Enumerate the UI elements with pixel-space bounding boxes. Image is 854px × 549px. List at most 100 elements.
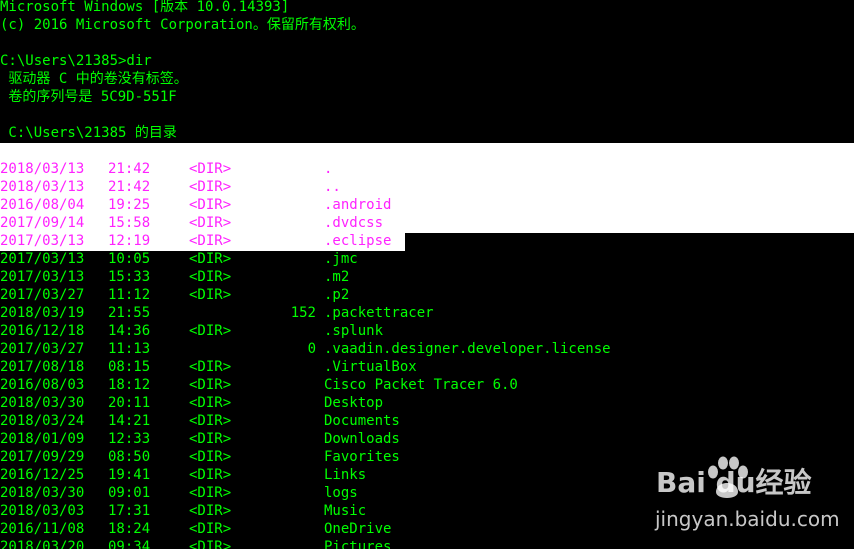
listing-date: 2017/08/18 (0, 359, 85, 375)
watermark-url: jingyan.baidu.com (655, 507, 840, 531)
listing-time: 09:01 (108, 485, 151, 501)
listing-row: 2017/03/27 11:12 <DIR> .p2 (0, 286, 854, 304)
listing-dir-flag: <DIR> (189, 431, 232, 447)
listing-row: 2018/03/13 21:42 <DIR>.. (0, 178, 854, 196)
listing-dir-flag: <DIR> (189, 287, 232, 303)
listing-row: 2018/01/09 12:33 <DIR> Downloads (0, 430, 854, 448)
listing-name: Music (324, 503, 367, 519)
listing-time: 09:34 (108, 539, 151, 549)
listing-name: .m2 (324, 269, 350, 285)
listing-row: 2018/03/13 21:42 <DIR>. (0, 160, 854, 178)
listing-dir-flag: <DIR> (189, 359, 232, 375)
listing-date: 2017/03/13 (0, 251, 85, 267)
listing-date: 2016/11/08 (0, 521, 85, 537)
listing-row: 2017/08/18 08:15 <DIR> .VirtualBox (0, 358, 854, 376)
listing-name: Pictures (324, 539, 392, 549)
listing-time: 15:58 (108, 215, 151, 231)
listing-size: 152 (290, 305, 316, 321)
listing-name: logs (324, 485, 358, 501)
listing-dir-flag: <DIR> (189, 449, 232, 465)
listing-name: .VirtualBox (324, 359, 417, 375)
listing-row: 2016/12/18 14:36 <DIR> .splunk (0, 322, 854, 340)
listing-date: 2018/03/30 (0, 485, 85, 501)
listing-date: 2016/08/03 (0, 377, 85, 393)
listing-row: 2016/08/04 19:25 <DIR> .android (0, 196, 854, 214)
listing-dir-flag: <DIR> (189, 251, 232, 267)
listing-name: Favorites (324, 449, 400, 465)
listing-row: 2018/03/30 20:11 <DIR> Desktop (0, 394, 854, 412)
listing-row: 2018/03/24 14:21 <DIR> Documents (0, 412, 854, 430)
listing-time: 15:33 (108, 269, 151, 285)
listing-name: .android (324, 197, 392, 213)
header-version-line: Microsoft Windows [版本 10.0.14393] (0, 0, 290, 15)
listing-size: 0 (307, 341, 316, 357)
listing-dir-flag: <DIR> (189, 197, 232, 213)
listing-date: 2017/03/13 (0, 269, 85, 285)
listing-date: 2018/03/13 (0, 161, 85, 177)
listing-date: 2017/09/14 (0, 215, 85, 231)
listing-time: 19:41 (108, 467, 151, 483)
listing-dir-flag: <DIR> (189, 539, 232, 549)
listing-time: 21:42 (108, 179, 151, 195)
listing-dir-flag: <DIR> (189, 161, 232, 177)
listing-dir-flag: <DIR> (189, 269, 232, 285)
listing-date: 2016/12/25 (0, 467, 85, 483)
listing-time: 18:12 (108, 377, 151, 393)
listing-date: 2018/03/03 (0, 503, 85, 519)
listing-row: 2017/03/13 10:05 <DIR> .jmc (0, 250, 854, 268)
listing-dir-flag: <DIR> (189, 323, 232, 339)
listing-name: Links (324, 467, 367, 483)
listing-time: 10:05 (108, 251, 151, 267)
listing-date: 2016/12/18 (0, 323, 85, 339)
listing-name: .vaadin.designer.developer.license (324, 341, 611, 357)
listing-time: 12:33 (108, 431, 151, 447)
listing-name: Desktop (324, 395, 384, 411)
listing-name: Cisco Packet Tracer 6.0 (324, 377, 518, 393)
listing-date: 2018/03/30 (0, 395, 85, 411)
baidu-jingyan-watermark: Bai du经验 jingyan.baidu.com (652, 456, 852, 546)
listing-row: 2018/03/19 21:55 152 .packettracer (0, 304, 854, 322)
listing-row: 2016/08/03 18:12 <DIR> Cisco Packet Tracer … (0, 376, 854, 394)
listing-date: 2018/01/09 (0, 431, 85, 447)
volume-serial-line: 卷的序列号是 5C9D-551F (0, 89, 177, 105)
listing-name: .p2 (324, 287, 350, 303)
listing-time: 21:42 (108, 161, 151, 177)
directory-of-line: C:\Users\21385 的目录 (0, 125, 177, 141)
listing-row: 2017/03/13 12:19 <DIR> .eclipse (0, 232, 854, 250)
listing-date: 2017/09/29 (0, 449, 85, 465)
listing-date: 2018/03/24 (0, 413, 85, 429)
listing-date: 2017/03/13 (0, 233, 85, 249)
listing-name: . (324, 161, 333, 177)
listing-time: 14:36 (108, 323, 151, 339)
listing-row: 2017/03/13 15:33 <DIR> .m2 (0, 268, 854, 286)
listing-row: 2017/03/27 11:13 0 .vaadin.designer.develop… (0, 340, 854, 358)
listing-date: 2018/03/13 (0, 179, 85, 195)
listing-name: .splunk (324, 323, 384, 339)
listing-time: 11:13 (108, 341, 151, 357)
listing-dir-flag: <DIR> (189, 215, 232, 231)
header-copyright-line: (c) 2016 Microsoft Corporation。保留所有权利。 (0, 17, 365, 33)
listing-time: 08:15 (108, 359, 151, 375)
listing-dir-flag: <DIR> (189, 377, 232, 393)
command-prompt-window[interactable]: Microsoft Windows [版本 10.0.14393] (c) 20… (0, 0, 854, 549)
listing-name: .dvdcss (324, 215, 384, 231)
listing-dir-flag: <DIR> (189, 503, 232, 519)
listing-time: 17:31 (108, 503, 151, 519)
listing-time: 08:50 (108, 449, 151, 465)
listing-time: 20:11 (108, 395, 151, 411)
volume-label-line: 驱动器 C 中的卷没有标签。 (0, 71, 188, 87)
listing-dir-flag: <DIR> (189, 233, 232, 249)
listing-name: Documents (324, 413, 400, 429)
listing-name: .jmc (324, 251, 358, 267)
listing-dir-flag: <DIR> (189, 521, 232, 537)
listing-date: 2018/03/19 (0, 305, 85, 321)
listing-name: .. (324, 179, 341, 195)
listing-name: OneDrive (324, 521, 392, 537)
listing-time: 18:24 (108, 521, 151, 537)
listing-name: .eclipse (324, 233, 392, 249)
listing-time: 11:12 (108, 287, 151, 303)
listing-dir-flag: <DIR> (189, 485, 232, 501)
listing-date: 2017/03/27 (0, 341, 85, 357)
listing-dir-flag: <DIR> (189, 179, 232, 195)
watermark-brand: Bai du经验 (656, 466, 812, 499)
